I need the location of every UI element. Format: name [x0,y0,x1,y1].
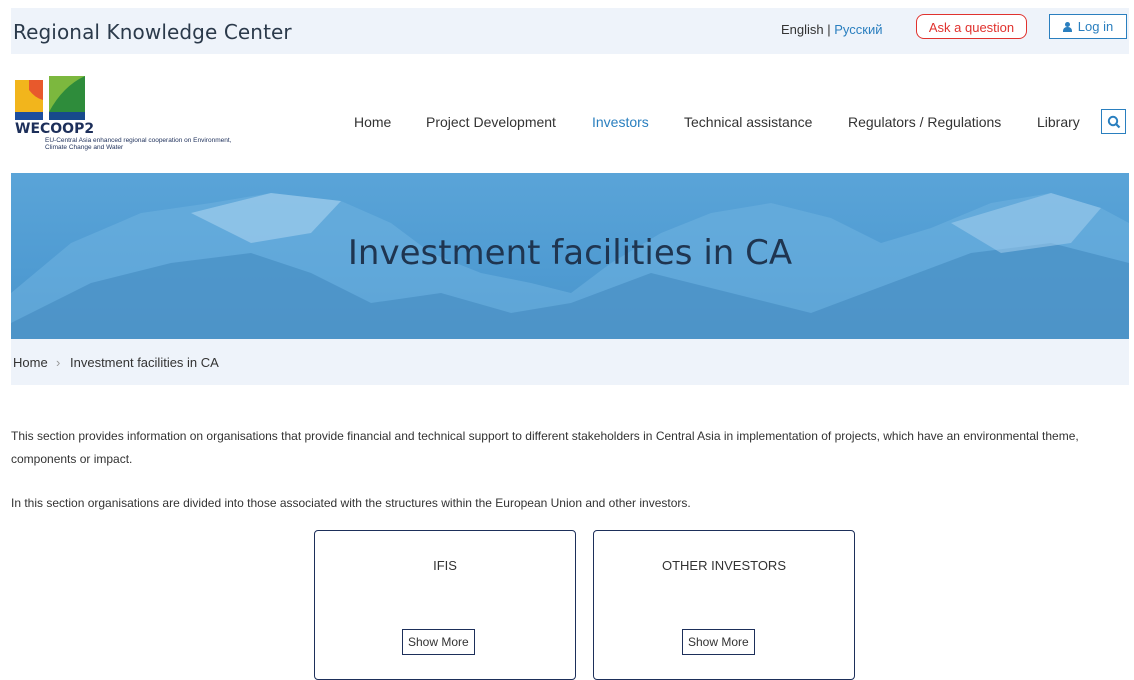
hero-banner: Investment facilities in CA [11,173,1129,339]
login-label: Log in [1077,19,1114,34]
ask-question-button[interactable]: Ask a question [916,14,1027,39]
intro-paragraph: This section provides information on org… [11,429,1079,466]
card-other-investors: OTHER INVESTORS Show More [593,530,855,680]
search-button[interactable] [1101,109,1126,134]
breadcrumb-home[interactable]: Home [13,355,48,370]
logo-subtitle: EU-Central Asia enhanced regional cooper… [45,137,232,151]
breadcrumb-separator-icon: › [56,355,61,370]
card-title: IFIS [433,558,457,573]
top-bar: Regional Knowledge Center English | Русс… [11,8,1129,54]
card-title: OTHER INVESTORS [661,558,786,573]
lang-english[interactable]: English [781,22,824,37]
login-button[interactable]: Log in [1049,14,1127,39]
section-paragraph: In this section organisations are divide… [11,496,691,510]
show-more-button[interactable]: Show More [682,629,755,655]
language-switcher: English | Русский [781,22,883,37]
breadcrumb-current: Investment facilities in CA [70,355,219,370]
show-more-button[interactable]: Show More [402,629,475,655]
nav-investors[interactable]: Investors [592,114,649,130]
nav-regulators[interactable]: Regulators / Regulations [848,114,1001,130]
wecoop2-logo[interactable]: WECOOP2 EU-Central Asia enhanced regiona… [11,76,251,156]
search-icon [1107,115,1121,129]
nav-home[interactable]: Home [354,114,391,130]
nav-library[interactable]: Library [1037,114,1080,130]
nav-technical-assistance[interactable]: Technical assistance [684,114,812,130]
lang-separator: | [823,22,835,37]
main-nav: WECOOP2 EU-Central Asia enhanced regiona… [11,69,1129,173]
logo-mark-icon [15,76,85,120]
lang-russian[interactable]: Русский [834,22,882,37]
site-title[interactable]: Regional Knowledge Center [13,20,292,44]
logo-name: WECOOP2 [15,121,95,137]
breadcrumb: Home › Investment facilities in CA [11,339,1129,385]
card-ifis: IFIS Show More [314,530,576,680]
nav-project-development[interactable]: Project Development [426,114,556,130]
user-icon [1062,22,1072,32]
page-title: Investment facilities in CA [347,233,793,273]
